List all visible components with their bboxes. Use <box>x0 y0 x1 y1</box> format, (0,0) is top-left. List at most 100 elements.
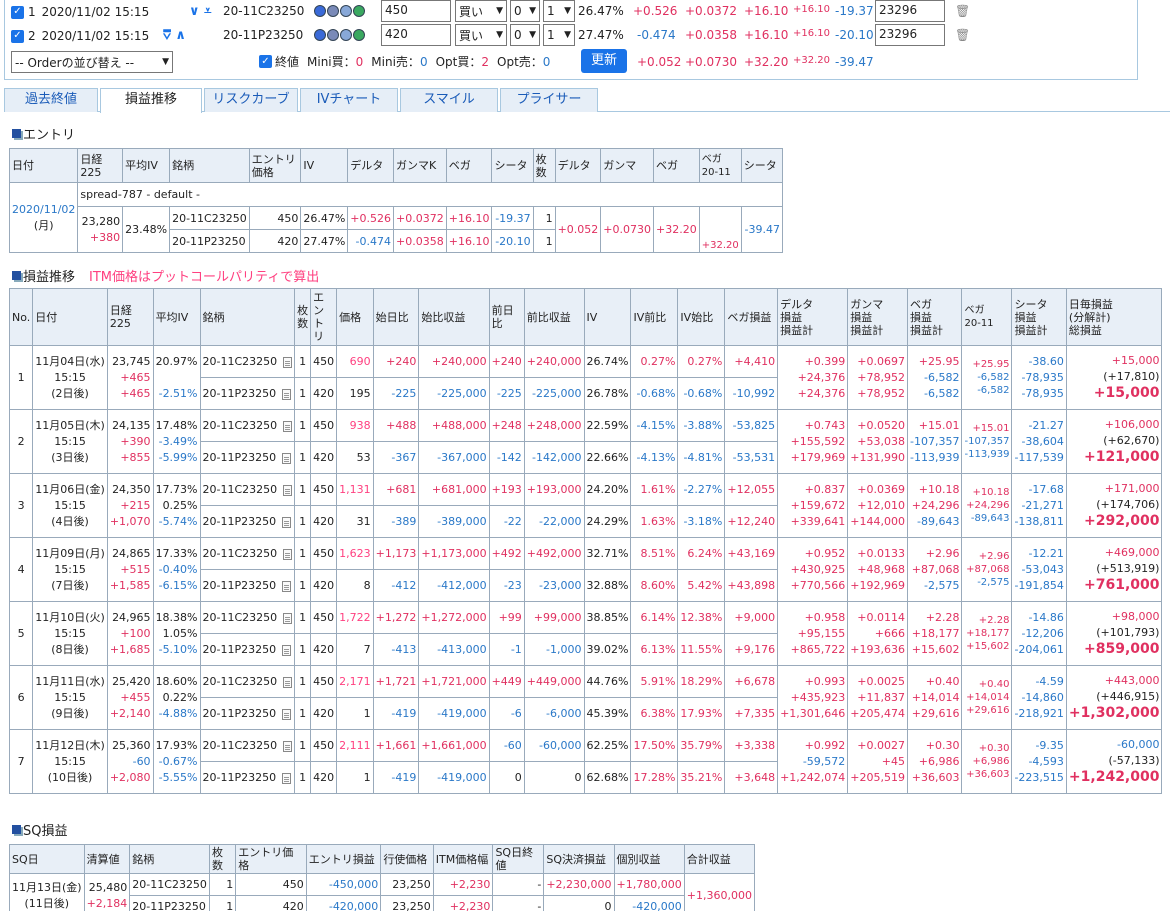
delta-pl-0: +0.958 <box>804 610 846 624</box>
leg-iv-prev: 17.50% <box>630 729 679 762</box>
update-button[interactable]: 更新 <box>581 49 627 73</box>
strike-input[interactable]: 23296 <box>875 24 945 46</box>
leg-iv: 26.47% <box>300 206 349 230</box>
document-icon[interactable] <box>282 772 292 784</box>
delta-pl-2: +1,242,074 <box>780 770 846 784</box>
book-icon[interactable] <box>327 29 339 41</box>
up-arrow-icon[interactable]: ⩢ ∧ <box>163 28 186 43</box>
document-icon[interactable] <box>282 452 292 464</box>
delta-pl-cell: +0.993 +435,923 +1,301,646 <box>777 665 849 730</box>
leg-qty: 1 <box>294 761 312 794</box>
document-icon[interactable] <box>282 708 292 720</box>
price-input[interactable]: 420 <box>381 24 451 46</box>
document-icon[interactable] <box>282 644 292 656</box>
down-arrow-icon[interactable]: ∨ ⩡ <box>189 4 211 19</box>
document-icon[interactable] <box>283 420 293 432</box>
entry-table: 日付 日経225 平均IV 銘柄 エントリ価格 IV デルタ ガンマK ベガ シ… <box>8 148 784 253</box>
tab-smile[interactable]: スマイル <box>400 88 498 112</box>
leg-prev-diff: 0 <box>488 761 525 794</box>
qty0-select[interactable]: 0 ▼ <box>510 0 540 22</box>
qty0-select[interactable]: 0 ▼ <box>510 24 540 46</box>
th: 銘柄 <box>129 844 210 874</box>
entry-date[interactable]: 2020/11/02 <box>12 203 75 216</box>
th: IV <box>300 148 349 183</box>
delta-pl-1: +24,376 <box>797 370 846 384</box>
close-checkbox[interactable]: ✓ <box>259 55 272 68</box>
strike-input[interactable]: 23296 <box>875 0 945 22</box>
document-icon[interactable] <box>283 484 293 496</box>
price-input[interactable]: 450 <box>381 0 451 22</box>
leg-start-pl: -419,000 <box>418 697 490 730</box>
leg-entry: 420 <box>310 441 338 474</box>
qty1-select[interactable]: 1 ▼ <box>543 24 575 46</box>
row-no: 5 <box>8 601 34 666</box>
trash-icon[interactable]: 🗑 <box>955 4 970 18</box>
sum-gamma: +0.0730 <box>685 55 738 69</box>
gamma-pl-0: +0.0027 <box>857 738 906 752</box>
leg-start-pl: +1,272,000 <box>418 601 490 634</box>
daily-pl-1: (+17,810) <box>1103 370 1160 383</box>
row-days: (10日後) <box>47 770 93 784</box>
info-icon[interactable] <box>314 29 326 41</box>
info-icon[interactable] <box>314 5 326 17</box>
gamma-pl-1: +78,952 <box>857 370 906 384</box>
tab-past-close[interactable]: 過去終値 <box>4 88 98 112</box>
row-checkbox[interactable]: ✓ <box>11 29 24 43</box>
pnl-header: シータ 損益 損益計 <box>1011 288 1067 346</box>
row-nk: 25,420 <box>112 674 151 688</box>
document-icon[interactable] <box>283 548 293 560</box>
tab-pnl-trend[interactable]: 損益推移 <box>100 88 202 113</box>
row-date-cell: 11月12日(木) 15:15 (10日後) <box>32 729 108 794</box>
leg-iv: 39.02% <box>583 633 632 666</box>
document-icon[interactable] <box>282 388 292 400</box>
forward-icon[interactable] <box>353 29 365 41</box>
document-icon[interactable] <box>283 612 293 624</box>
side-select[interactable]: 買い ▼ <box>455 0 507 22</box>
document-icon[interactable] <box>282 516 292 528</box>
gamma-pl-0: +0.0697 <box>857 354 906 368</box>
row-no: 4 <box>8 537 34 602</box>
document-icon[interactable] <box>283 676 293 688</box>
leg-code: 20-11P23250 <box>202 707 277 720</box>
qty1-select[interactable]: 1 ▼ <box>543 0 575 22</box>
row-aiv_d1: 0.25% <box>162 498 198 512</box>
leg-iv-start: -0.68% <box>677 377 726 410</box>
leg-start-pl: +488,000 <box>418 409 490 442</box>
document-icon[interactable] <box>282 580 292 592</box>
leg-prev-pl: -22,000 <box>523 505 585 538</box>
vega2-pnl-0: +2.96 <box>978 551 1010 562</box>
gamma-pl-2: +205,474 <box>850 706 906 720</box>
refresh-icon[interactable] <box>340 5 352 17</box>
order-sort-select[interactable]: -- Orderの並び替え -- ▼ <box>11 51 173 73</box>
trash-icon[interactable]: 🗑 <box>955 28 970 42</box>
theta-pl-2: -117,539 <box>1014 450 1064 464</box>
document-icon[interactable] <box>283 356 293 368</box>
tab-pricer[interactable]: プライサー <box>500 88 598 112</box>
side-select[interactable]: 買い ▼ <box>455 24 507 46</box>
leg-prev-pl: -23,000 <box>523 569 585 602</box>
th: 合計収益 <box>683 844 756 874</box>
daily-pl-cell: +443,000 (+446,915) +1,302,000 <box>1065 665 1163 730</box>
leg-price: 53 <box>336 441 374 474</box>
delta-pl-1: +159,672 <box>790 498 846 512</box>
tab-risk-curve[interactable]: リスクカーブ <box>204 88 298 112</box>
document-icon[interactable] <box>283 740 293 752</box>
leg-iv-start: 5.42% <box>677 569 726 602</box>
forward-icon[interactable] <box>353 5 365 17</box>
tab-iv-chart[interactable]: IVチャート <box>300 88 398 112</box>
leg-iv: 22.59% <box>583 409 632 442</box>
refresh-icon[interactable] <box>340 29 352 41</box>
leg-code-cell: 20-11P23250 <box>199 761 296 794</box>
theta-pl-0: -14.86 <box>1028 610 1064 624</box>
opt-buy-label: Opt買： <box>435 55 482 69</box>
row-checkbox[interactable]: ✓ <box>11 5 24 19</box>
leg-code: 20-11C23250 <box>202 739 278 752</box>
sq-total: +1,360,000 <box>683 873 756 911</box>
leg-code: 20-11P23250 <box>202 643 277 656</box>
sq-leg-entry-pl: -420,000 <box>305 895 382 911</box>
pnl-row: 5 11月10日(火) 15:15 (8日後) 24,965 +100 +1,685 18.3… <box>8 601 1163 666</box>
book-icon[interactable] <box>327 5 339 17</box>
vega-pnl-2: +36,603 <box>911 770 960 784</box>
leg-price: 690 <box>336 345 374 378</box>
leg-price: 8 <box>336 569 374 602</box>
